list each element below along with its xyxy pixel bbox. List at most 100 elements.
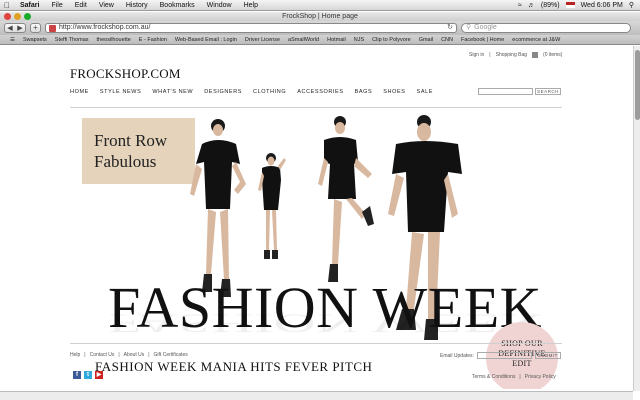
forward-arrow-icon[interactable]: ▶ [17,24,22,32]
menu-bookmarks[interactable]: Bookmarks [154,0,201,11]
nav-bags[interactable]: BAGS [355,89,373,95]
shopping-bag-icon[interactable] [532,52,539,58]
privacy-link[interactable]: Privacy Policy [525,374,556,380]
wifi-icon[interactable]: ≈ [518,2,522,9]
cta-line-3: EDIT [512,359,532,368]
hero-headline-reflection: FASHION WEEK [108,308,543,338]
shopping-bag-link[interactable]: Shopping Bag [496,52,527,58]
nav-style-news[interactable]: STYLE NEWS [100,89,141,95]
site-search-button[interactable]: SEARCH [535,88,561,95]
minimize-window-button[interactable] [14,13,21,20]
bookmarks-list-icon[interactable]: ☰ [6,37,19,43]
bookmark-item[interactable]: Gmail [415,37,437,43]
bookmark-item[interactable]: E - Fashion [135,37,171,43]
battery-status[interactable]: (89%) [541,2,560,9]
volume-icon[interactable]: ♬ [528,2,535,9]
divider: | [489,52,491,58]
cta-line-1: SHOP OUR [486,339,558,349]
footer-divider [70,343,562,344]
spotlight-icon[interactable]: ⚲ [629,1,634,9]
divider: | [118,352,120,358]
back-arrow-icon[interactable]: ◀ [7,24,12,32]
site-search: SEARCH [478,88,561,95]
email-signup: Email Updates: SUBMIT [440,352,561,359]
bookmark-item[interactable]: Driver License [241,37,284,43]
menu-file[interactable]: File [45,0,68,11]
browser-toolbar: ◀ ▶ + http://www.frockshop.com.au/ ↻ ⚲ G… [0,21,640,35]
apple-icon[interactable]:  [0,1,14,10]
bookmark-item[interactable]: Steffi Thomas [51,37,93,43]
email-submit-button[interactable]: SUBMIT [534,352,561,359]
address-bar[interactable]: http://www.frockshop.com.au/ ↻ [45,23,457,33]
bookmark-item[interactable]: ecommerce at J&W [508,37,564,43]
menu-window[interactable]: Window [201,0,238,11]
horizontal-scrollbar[interactable] [0,391,633,400]
nav-whats-new[interactable]: WHAT'S NEW [152,89,193,95]
bookmarks-bar: ☰ Swapsets Steffi Thomas theosilhouette … [0,35,640,45]
zoom-window-button[interactable] [24,13,31,20]
os-menu-bar:  Safari File Edit View History Bookmark… [0,0,640,11]
bookmark-item[interactable]: Hotmail [323,37,350,43]
nav-divider [70,107,562,108]
nav-home[interactable]: HOME [70,89,89,95]
nav-shoes[interactable]: SHOES [383,89,405,95]
terms-link[interactable]: Terms & Conditions [472,374,515,380]
model-photo-3 [318,116,374,282]
nav-sale[interactable]: SALE [417,89,433,95]
youtube-icon[interactable]: ▶ [95,371,103,379]
browser-search-field[interactable]: ⚲ Google [461,23,631,33]
bookmark-item[interactable]: aSmallWorld [284,37,323,43]
window-title: FrockShop | Home page [282,13,358,20]
close-window-button[interactable] [4,13,11,20]
account-links: Sign in | Shopping Bag (0 items) [469,52,562,58]
main-nav: HOME STYLE NEWS WHAT'S NEW DESIGNERS CLO… [70,89,444,95]
flag-icon[interactable] [565,2,575,8]
bookmark-item[interactable]: theosilhouette [93,37,135,43]
social-links: f t ▶ [73,371,103,379]
divider: | [519,374,521,380]
reload-icon[interactable]: ↻ [447,24,456,32]
nav-designers[interactable]: DESIGNERS [204,89,242,95]
scroll-thumb[interactable] [635,50,640,120]
nav-accessories[interactable]: ACCESSORIES [297,89,343,95]
site-logo[interactable]: FROCKSHOP.COM [70,66,181,82]
menu-app-safari[interactable]: Safari [14,0,45,11]
nav-clothing[interactable]: CLOTHING [253,89,286,95]
window-titlebar: FrockShop | Home page [0,12,640,21]
twitter-icon[interactable]: t [84,371,92,379]
hero-banner[interactable]: Front Row Fabulous FASHION WEEK FASHION … [70,114,562,389]
footer-help-link[interactable]: Help [70,352,80,358]
menu-history[interactable]: History [120,0,154,11]
vertical-scrollbar[interactable] [633,46,640,391]
bookmark-item[interactable]: Swapsets [19,37,51,43]
menu-clock[interactable]: Wed 6:06 PM [581,2,623,9]
footer-gift-link[interactable]: Gift Certificates [154,352,188,358]
model-photo-2 [258,153,286,259]
email-updates-label: Email Updates: [440,352,474,359]
address-url: http://www.frockshop.com.au/ [59,24,151,31]
bookmark-item[interactable]: Web-Based Email : Login [171,37,241,43]
bookmark-item[interactable]: Facebook | Home [457,37,508,43]
legal-links: Terms & Conditions | Privacy Policy [472,374,556,380]
hero-subheadline: FASHION WEEK MANIA HITS FEVER PITCH [95,359,373,374]
menu-help[interactable]: Help [238,0,264,11]
email-input[interactable] [476,352,532,359]
bookmark-item[interactable]: Clip to Polyvore [368,37,415,43]
menu-edit[interactable]: Edit [69,0,93,11]
site-search-input[interactable] [478,88,533,95]
menu-view[interactable]: View [93,0,120,11]
footer-about-link[interactable]: About Us [124,352,145,358]
sign-in-link[interactable]: Sign in [469,52,484,58]
bookmark-item[interactable]: NJS [350,37,368,43]
front-row-badge: Front Row Fabulous [82,118,195,184]
magnifier-icon: ⚲ [466,24,472,31]
add-bookmark-button[interactable]: + [30,23,41,33]
facebook-icon[interactable]: f [73,371,81,379]
divider: | [84,352,86,358]
bookmark-item[interactable]: CNN [437,37,457,43]
site-favicon-icon [49,24,56,32]
browser-search-placeholder: Google [474,24,497,31]
footer-contact-link[interactable]: Contact Us [90,352,115,358]
bag-count[interactable]: (0 items) [543,52,562,58]
back-forward-buttons[interactable]: ◀ ▶ [4,23,26,33]
